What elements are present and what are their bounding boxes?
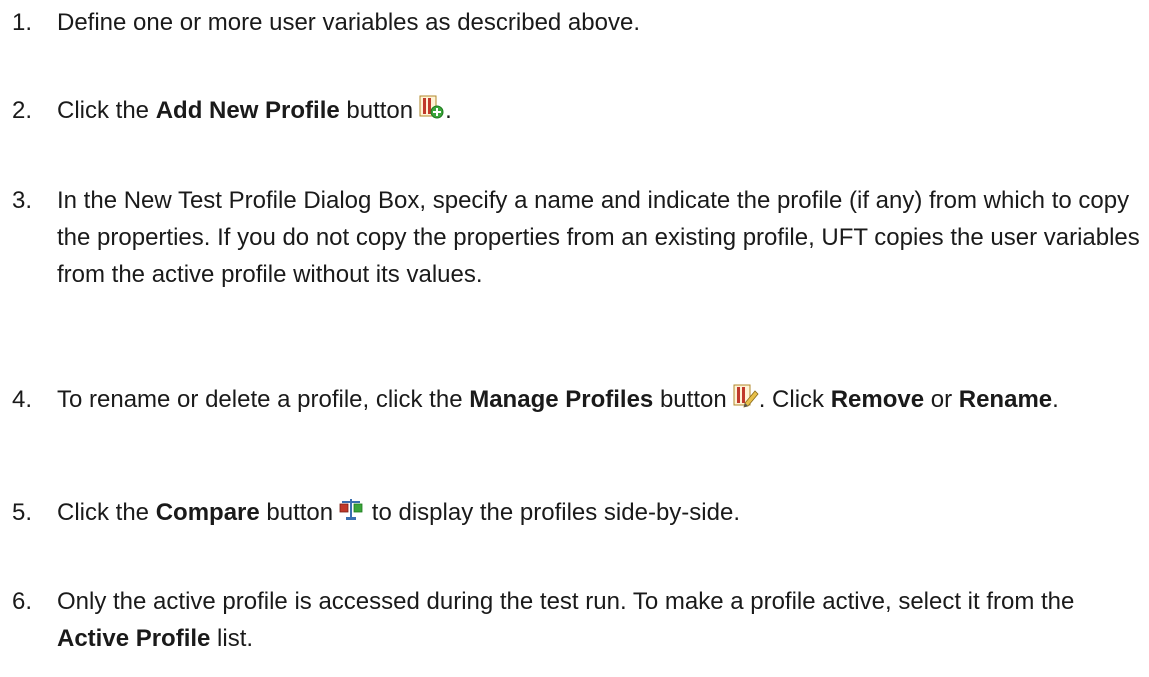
step-1-text: Define one or more user variables as des…: [57, 9, 640, 36]
step-2-pre: Click the: [57, 97, 156, 124]
step-number: 3.: [12, 187, 33, 214]
step-text: Click the Compare button to display the …: [57, 494, 1142, 531]
step-number: 5.: [12, 499, 33, 526]
step-5-pre: Click the: [57, 499, 156, 526]
add-new-profile-label: Add New Profile: [155, 97, 340, 124]
step-4-post: button: [653, 386, 727, 413]
step-text: In the New Test Profile Dialog Box, spec…: [57, 182, 1142, 293]
remove-label: Remove: [830, 386, 925, 413]
add-profile-icon: [417, 94, 445, 120]
step-6-end: list.: [210, 625, 254, 652]
step-4-pre: To rename or delete a profile, click the: [57, 386, 470, 413]
document-page: 1. Define one or more user variables as …: [0, 0, 1149, 677]
step-5-post: button: [259, 499, 334, 526]
step-3-text: In the New Test Profile Dialog Box, spec…: [57, 187, 1140, 288]
step-number: 1.: [12, 9, 33, 36]
step-4-after-icon: . Click: [758, 386, 831, 413]
manage-profiles-label: Manage Profiles: [469, 386, 654, 413]
step-2-post: button: [339, 97, 414, 124]
rename-label: Rename: [958, 386, 1053, 413]
step-number: 2.: [12, 97, 33, 124]
step-4-mid: or: [924, 386, 959, 413]
step-number: 4.: [12, 386, 33, 413]
compare-label: Compare: [155, 499, 260, 526]
step-text: Define one or more user variables as des…: [57, 4, 1142, 41]
step-2-end: .: [445, 97, 452, 124]
step-5-end: to display the profiles side-by-side.: [365, 499, 740, 526]
step-text: Only the active profile is accessed duri…: [57, 583, 1142, 657]
step-6-pre: Only the active profile is accessed duri…: [57, 588, 1075, 615]
active-profile-label: Active Profile: [57, 625, 211, 652]
step-text: To rename or delete a profile, click the…: [57, 381, 1142, 418]
step-4-end: .: [1052, 386, 1059, 413]
step-number: 6.: [12, 588, 33, 615]
step-text: Click the Add New Profile button .: [57, 92, 1142, 129]
compare-icon: [337, 496, 365, 522]
manage-profiles-icon: [731, 383, 759, 409]
